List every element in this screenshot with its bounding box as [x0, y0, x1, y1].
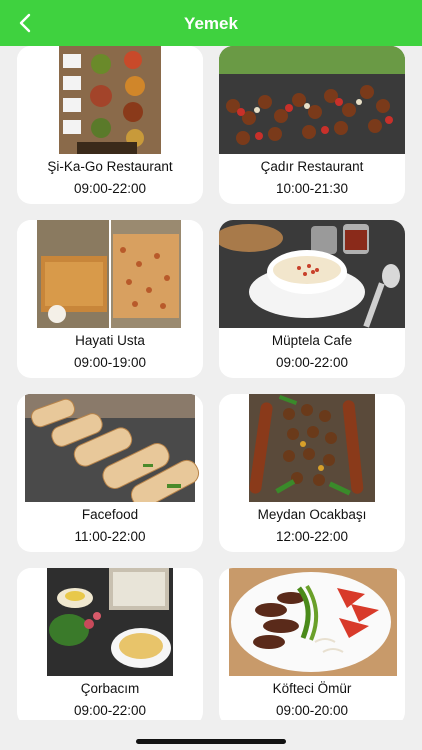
restaurant-name: Facefood [81, 507, 139, 522]
restaurant-photo [219, 46, 405, 154]
restaurant-hours: 09:00-19:00 [73, 355, 147, 370]
restaurant-card[interactable]: Facefood 11:00-22:00 [17, 394, 203, 552]
restaurant-name: Şi-Ka-Go Restaurant [47, 159, 173, 174]
restaurant-card[interactable]: Çadır Restaurant 10:00-21:30 [219, 46, 405, 204]
restaurant-name: Hayati Usta [75, 333, 145, 348]
restaurant-hours: 11:00-22:00 [74, 529, 146, 544]
restaurant-photo [17, 568, 203, 676]
restaurant-hours: 09:00-22:00 [275, 355, 349, 370]
restaurant-card[interactable]: Meydan Ocakbaşı 12:00-22:00 [219, 394, 405, 552]
restaurant-hours: 09:00-22:00 [73, 181, 147, 196]
restaurant-name: Çorbacım [80, 681, 140, 696]
home-indicator[interactable] [136, 739, 286, 744]
restaurant-card[interactable]: Müptela Cafe 09:00-22:00 [219, 220, 405, 378]
restaurant-photo [17, 220, 203, 328]
restaurant-hours: 12:00-22:00 [275, 529, 349, 544]
restaurant-card[interactable]: Şi-Ka-Go Restaurant 09:00-22:00 [17, 46, 203, 204]
restaurant-name: Müptela Cafe [271, 333, 353, 348]
restaurant-hours: 09:00-22:00 [73, 703, 147, 718]
restaurant-name: Çadır Restaurant [260, 159, 364, 174]
restaurant-card[interactable]: Hayati Usta 09:00-19:00 [17, 220, 203, 378]
restaurant-photo [17, 394, 203, 502]
header-bar: Yemek [0, 0, 422, 46]
bottom-safe-area [0, 720, 422, 750]
restaurant-name: Köfteci Ömür [272, 681, 352, 696]
restaurant-photo [17, 46, 203, 154]
restaurant-grid[interactable]: Şi-Ka-Go Restaurant 09:00-22:00 Çadır Re… [0, 46, 422, 720]
restaurant-hours: 09:00-20:00 [275, 703, 349, 718]
restaurant-name: Meydan Ocakbaşı [257, 507, 367, 522]
restaurant-photo [219, 394, 405, 502]
restaurant-card[interactable]: Çorbacım 09:00-22:00 [17, 568, 203, 720]
restaurant-photo [219, 568, 405, 676]
page-title: Yemek [184, 14, 238, 33]
restaurant-card[interactable]: Köfteci Ömür 09:00-20:00 [219, 568, 405, 720]
restaurant-photo [219, 220, 405, 328]
restaurant-hours: 10:00-21:30 [275, 181, 349, 196]
